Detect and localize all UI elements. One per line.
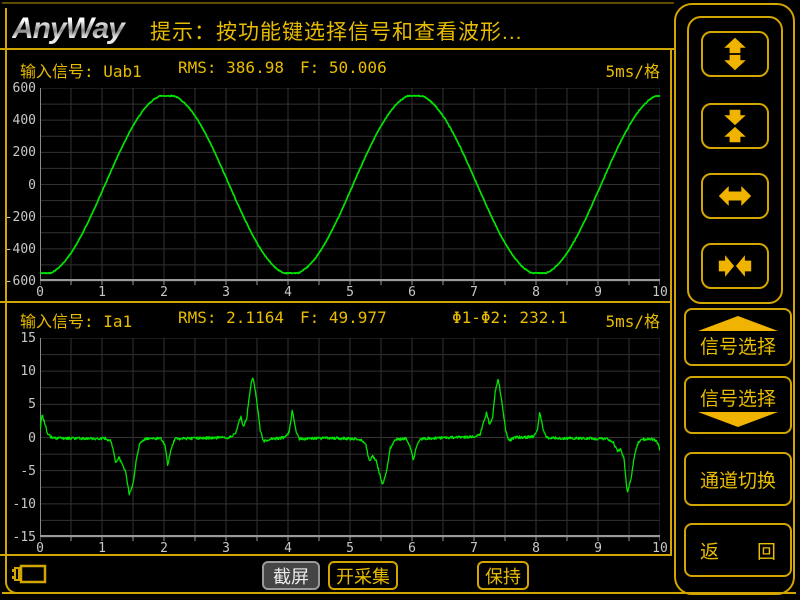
y-axis-tick-label: 15 — [4, 331, 36, 346]
current-signal-label: 输入信号: Ia1 — [20, 308, 132, 332]
x-axis-tick-label: 3 — [213, 285, 239, 300]
anyway-logo: AnyWay — [12, 12, 144, 46]
channel-switch-label: 通道切换 — [700, 466, 776, 493]
y-axis-tick-label: 400 — [4, 113, 36, 128]
y-axis-tick-label: 0 — [4, 178, 36, 193]
x-axis-tick-label: 0 — [27, 285, 53, 300]
voltage-freq-value: F: 50.006 — [300, 58, 387, 77]
x-axis-tick-label: 10 — [647, 541, 673, 556]
bottom-screen-border — [2, 592, 796, 594]
x-axis-tick-label: 6 — [399, 541, 425, 556]
instrument-screen: AnyWay 提示：按功能键选择信号和查看波形... 输入信号: Uab1 RM… — [0, 0, 800, 600]
x-axis-tick-label: 5 — [337, 285, 363, 300]
current-plot — [40, 338, 660, 542]
y-axis-tick-label: -10 — [4, 497, 36, 512]
triangle-up-icon — [696, 316, 780, 331]
channel-switch-button[interactable]: 通道切换 — [684, 452, 792, 506]
y-axis-tick-label: -400 — [4, 242, 36, 257]
x-axis-tick-label: 2 — [151, 285, 177, 300]
battery-icon — [10, 562, 48, 586]
x-axis-tick-label: 8 — [523, 285, 549, 300]
x-axis-tick-label: 4 — [275, 541, 301, 556]
title-message: 提示：按功能键选择信号和查看波形... — [150, 16, 523, 46]
top-screen-border — [2, 2, 674, 4]
x-axis-tick-label: 7 — [461, 285, 487, 300]
x-axis-tick-label: 1 — [89, 285, 115, 300]
x-axis-tick-label: 7 — [461, 541, 487, 556]
current-freq-value: F: 49.977 — [300, 308, 387, 327]
current-waveform-svg — [40, 338, 660, 542]
x-axis-tick-label: 6 — [399, 285, 425, 300]
current-timebase-label: 5ms/格 — [560, 308, 660, 332]
voltage-rms-value: RMS: 386.98 — [178, 58, 284, 77]
compress-horizontal-button[interactable] — [701, 243, 769, 289]
return-label: 返 回 — [700, 537, 776, 564]
expand-vertical-icon — [716, 36, 754, 72]
signal-select-up-button[interactable]: 信号选择 — [684, 308, 792, 366]
phase-difference-value: Φ1-Φ2: 232.1 — [452, 308, 568, 327]
triangle-down-icon — [696, 412, 780, 427]
voltage-plot — [40, 88, 660, 286]
x-axis-tick-label: 1 — [89, 541, 115, 556]
voltage-timebase-label: 5ms/格 — [560, 58, 660, 82]
start-acquisition-button[interactable]: 开采集 — [328, 561, 398, 590]
x-axis-tick-label: 10 — [647, 285, 673, 300]
titlebar-divider — [0, 48, 674, 50]
compress-vertical-icon — [716, 108, 754, 144]
current-rms-value: RMS: 2.1164 — [178, 308, 284, 327]
x-axis-tick-label: 0 — [27, 541, 53, 556]
y-axis-tick-label: 200 — [4, 145, 36, 160]
expand-horizontal-icon — [716, 178, 754, 214]
expand-vertical-button[interactable] — [701, 31, 769, 77]
chart-divider — [0, 301, 672, 303]
y-axis-tick-label: 600 — [4, 81, 36, 96]
x-axis-tick-label: 9 — [585, 285, 611, 300]
signal-select-down-button[interactable]: 信号选择 — [684, 376, 792, 434]
voltage-waveform-svg — [40, 88, 660, 286]
x-axis-tick-label: 4 — [275, 285, 301, 300]
x-axis-tick-label: 2 — [151, 541, 177, 556]
screenshot-button[interactable]: 截屏 — [262, 561, 320, 590]
expand-horizontal-button[interactable] — [701, 173, 769, 219]
y-axis-tick-label: -200 — [4, 210, 36, 225]
signal-select-up-label: 信号选择 — [700, 332, 776, 359]
y-axis-tick-label: 10 — [4, 364, 36, 379]
compress-vertical-button[interactable] — [701, 103, 769, 149]
x-axis-tick-label: 9 — [585, 541, 611, 556]
x-axis-tick-label: 3 — [213, 541, 239, 556]
x-axis-tick-label: 8 — [523, 541, 549, 556]
y-axis-tick-label: 0 — [4, 431, 36, 446]
y-axis-tick-label: 5 — [4, 397, 36, 412]
x-axis-tick-label: 5 — [337, 541, 363, 556]
voltage-signal-label: 输入信号: Uab1 — [20, 58, 142, 82]
return-button[interactable]: 返 回 — [684, 523, 792, 577]
y-axis-tick-label: -5 — [4, 464, 36, 479]
hold-button[interactable]: 保持 — [477, 561, 529, 590]
signal-select-down-label: 信号选择 — [700, 384, 776, 411]
compress-horizontal-icon — [716, 248, 754, 284]
